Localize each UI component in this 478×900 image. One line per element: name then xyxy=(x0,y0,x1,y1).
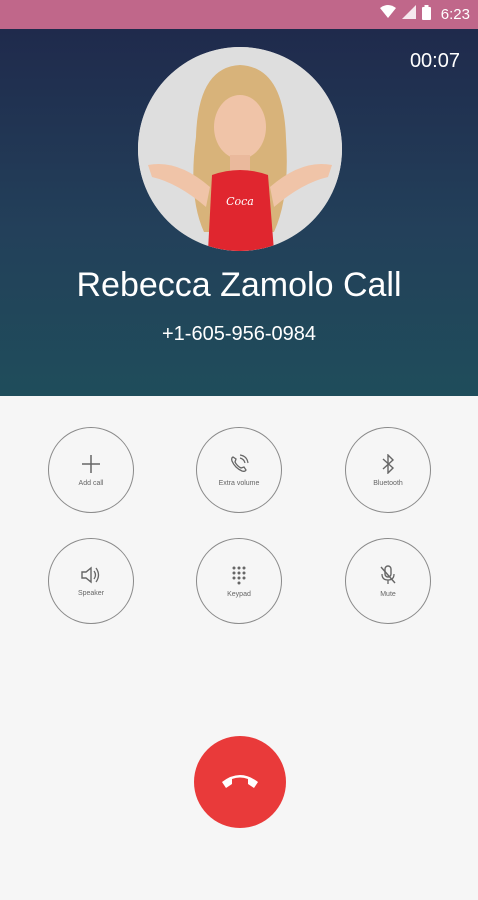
keypad-icon xyxy=(231,565,247,585)
end-call-icon xyxy=(220,770,260,795)
mute-label: Mute xyxy=(380,590,396,598)
call-timer: 00:07 xyxy=(409,50,460,72)
end-call-button[interactable] xyxy=(194,736,286,828)
signal-icon xyxy=(401,5,416,24)
status-icons: 6:23 xyxy=(379,0,470,29)
mic-off-icon xyxy=(379,564,397,585)
speaker-button[interactable]: Speaker xyxy=(48,538,134,624)
bluetooth-icon xyxy=(381,453,395,474)
extra-volume-button[interactable]: Extra volume xyxy=(196,427,282,513)
status-time: 6:23 xyxy=(440,6,470,23)
plus-icon xyxy=(81,454,101,474)
add-call-label: Add call xyxy=(78,479,104,487)
phone-volume-icon xyxy=(229,453,249,474)
keypad-button[interactable]: Keypad xyxy=(196,538,282,624)
call-header: 00:07 Coca Rebecca Zamolo Call +1-605-95… xyxy=(0,29,478,396)
speaker-icon xyxy=(80,566,102,584)
battery-icon xyxy=(421,4,431,25)
mute-button[interactable]: Mute xyxy=(345,538,431,624)
svg-text:Coca: Coca xyxy=(226,195,254,208)
keypad-label: Keypad xyxy=(227,590,251,598)
bluetooth-button[interactable]: Bluetooth xyxy=(345,427,431,513)
bluetooth-label: Bluetooth xyxy=(373,479,403,487)
contact-name: Rebecca Zamolo Call xyxy=(76,266,402,304)
wifi-icon xyxy=(379,5,396,24)
speaker-label: Speaker xyxy=(77,589,105,597)
status-bar: 6:23 xyxy=(0,0,478,29)
phone-number: +1-605-956-0984 xyxy=(161,323,316,345)
extra-volume-label: Extra volume xyxy=(218,479,260,487)
contact-avatar: Coca xyxy=(138,47,342,251)
add-call-button[interactable]: Add call xyxy=(48,427,134,513)
call-controls: Add call Extra volume Bluetooth Speaker xyxy=(0,396,478,900)
